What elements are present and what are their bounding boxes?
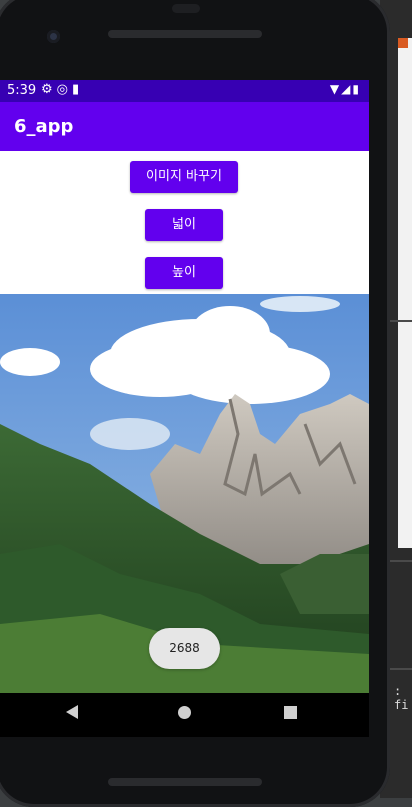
height-button[interactable]: 높이 <box>145 257 223 289</box>
bottom-speaker <box>108 778 262 786</box>
ide-editor-pane <box>398 38 412 548</box>
sync-icon: ◎ <box>56 82 72 97</box>
app-title: 6_app <box>14 116 74 137</box>
button-area: 이미지 바꾸기 넓이 높이 <box>0 151 369 294</box>
home-icon[interactable] <box>178 706 191 719</box>
status-left-icons: ⚙◎▮ <box>41 82 83 97</box>
wifi-icon: ▼ <box>329 82 342 96</box>
recents-icon[interactable] <box>284 706 297 719</box>
status-right-icons: ▼◢▮ <box>330 82 361 96</box>
phone-frame: 5:39 ⚙◎▮ ▼◢▮ 6_app 이미지 바꾸기 넓이 높이 2688 <box>0 0 390 807</box>
earpiece-speaker <box>108 30 262 38</box>
sd-card-icon: ▮ <box>72 82 84 97</box>
phone-top-slot <box>172 4 200 13</box>
ide-partial-label: : fi <box>394 684 409 712</box>
width-button[interactable]: 넓이 <box>145 209 223 241</box>
back-icon[interactable] <box>66 705 78 719</box>
battery-icon: ▮ <box>352 82 361 96</box>
status-bar: 5:39 ⚙◎▮ ▼◢▮ <box>0 80 369 102</box>
front-camera-icon <box>47 30 60 43</box>
change-image-button[interactable]: 이미지 바꾸기 <box>130 161 238 193</box>
phone-screen: 5:39 ⚙◎▮ ▼◢▮ 6_app 이미지 바꾸기 넓이 높이 2688 <box>0 80 369 737</box>
toast-message: 2688 <box>149 628 220 669</box>
app-bar: 6_app <box>0 102 369 151</box>
signal-icon: ◢ <box>341 82 353 96</box>
gear-icon: ⚙ <box>41 82 57 97</box>
navigation-bar <box>0 693 369 737</box>
ide-close-tab-icon[interactable] <box>398 38 408 48</box>
status-time: 5:39 <box>7 83 37 98</box>
